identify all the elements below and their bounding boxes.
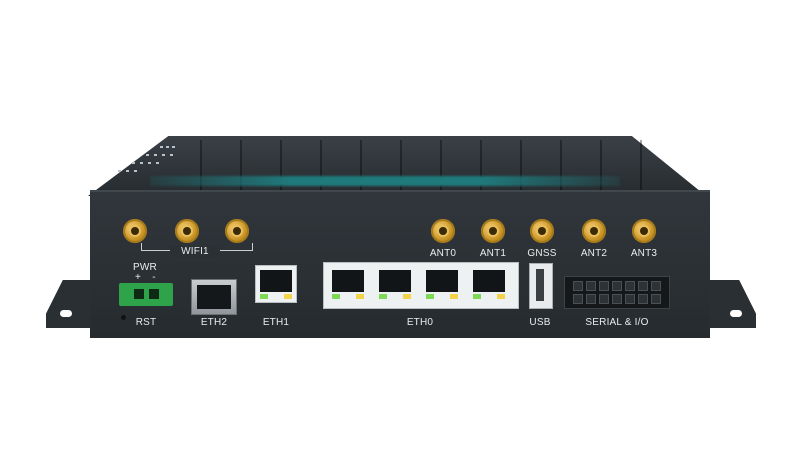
status-led-row xyxy=(108,146,180,180)
ant3-connector xyxy=(632,219,656,243)
eth0-port-3 xyxy=(422,266,462,302)
serial-io-terminal xyxy=(564,276,670,309)
wifi1-antenna-connector xyxy=(225,219,249,243)
gnss-label: GNSS xyxy=(527,248,557,259)
ant3-label: ANT3 xyxy=(630,248,658,259)
eth0-port-1 xyxy=(328,266,368,302)
ant2-label: ANT2 xyxy=(580,248,608,259)
eth0-port-2 xyxy=(375,266,415,302)
eth0-port-4 xyxy=(469,266,509,302)
wifi1-label: WIFI1 xyxy=(170,246,220,257)
heatsink-top xyxy=(88,136,706,196)
ant2-connector xyxy=(582,219,606,243)
eth1-label: ETH1 xyxy=(262,317,290,328)
ant1-connector xyxy=(481,219,505,243)
wifi1-antenna-connector xyxy=(123,219,147,243)
rst-label: RST xyxy=(135,317,157,328)
router-image: WIFI1 ANT0 ANT1 GNSS ANT2 ANT3 PWR + - R… xyxy=(0,0,800,467)
eth2-label: ETH2 xyxy=(200,317,228,328)
power-terminal xyxy=(119,283,173,306)
mounting-hole xyxy=(730,310,742,317)
accent-stripe xyxy=(150,176,620,186)
mounting-hole xyxy=(60,310,72,317)
ant0-connector xyxy=(431,219,455,243)
serial-io-label: SERIAL & I/O xyxy=(585,317,649,328)
pwr-minus-label: - xyxy=(152,272,156,283)
usb-label: USB xyxy=(529,317,551,328)
usb-port xyxy=(529,263,553,309)
eth1-port xyxy=(255,265,297,303)
heatsink-fin xyxy=(640,140,642,190)
wifi1-antenna-connector xyxy=(175,219,199,243)
gnss-connector xyxy=(530,219,554,243)
ant1-label: ANT1 xyxy=(479,248,507,259)
pwr-plus-label: + xyxy=(134,272,142,283)
ant0-label: ANT0 xyxy=(429,248,457,259)
reset-button xyxy=(121,315,126,320)
eth0-label: ETH0 xyxy=(406,317,434,328)
eth2-sfp-port xyxy=(191,279,237,315)
